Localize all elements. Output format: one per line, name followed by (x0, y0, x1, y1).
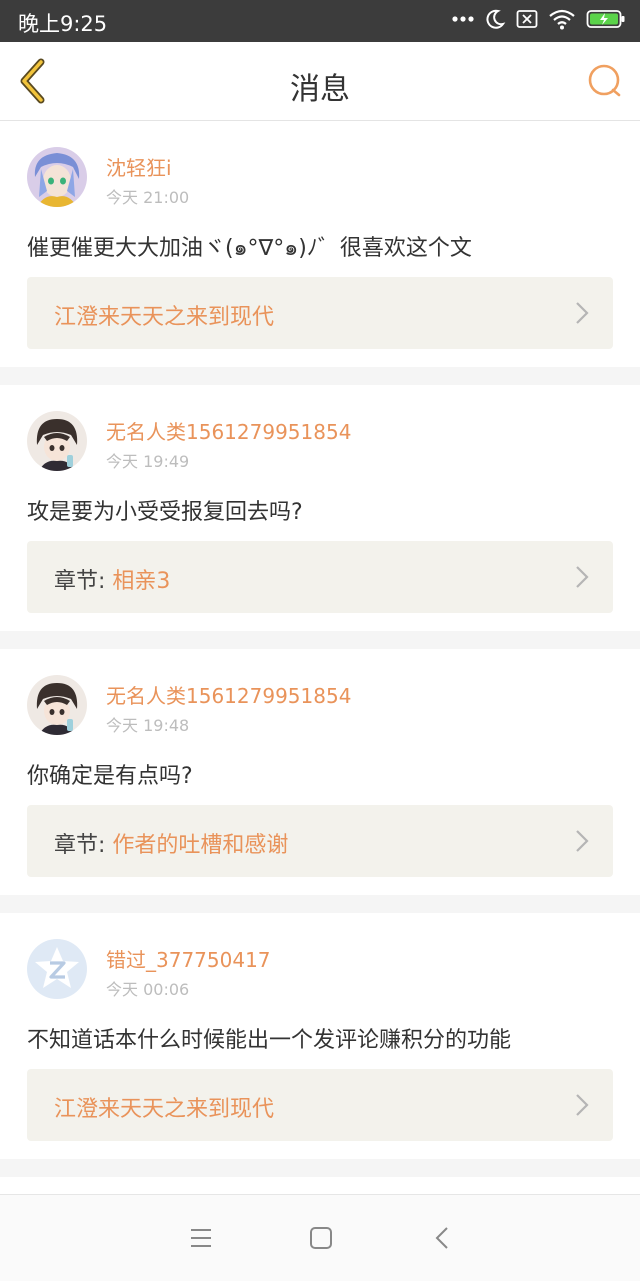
more-dots-icon (452, 15, 474, 23)
battery-charging-icon (586, 8, 626, 30)
source-name: 江澄来天天之来到现代 (54, 305, 275, 330)
anime-avatar-icon (27, 147, 87, 207)
moon-icon (484, 8, 506, 30)
source-link-label: 章节: 作者的吐槽和感谢 (54, 827, 288, 859)
message-card: 无名人类1561279951854 今天 19:48 你确定是有点吗? 章节: … (0, 649, 640, 895)
username[interactable]: 错过_377750417 (106, 944, 271, 973)
boy-avatar-icon (27, 675, 87, 735)
source-prefix: 章节: (54, 569, 113, 594)
avatar[interactable] (27, 675, 87, 735)
chevron-right-icon (576, 566, 589, 588)
status-time: 晚上9:25 (18, 12, 108, 36)
username[interactable]: 沈轻狂i (106, 152, 172, 181)
menu-icon (191, 1229, 211, 1247)
chevron-right-icon (576, 1094, 589, 1116)
source-link[interactable]: 江澄来天天之来到现代 (27, 1069, 613, 1141)
source-link-label: 章节: 相亲3 (54, 563, 170, 595)
message-card: 无名人类1561279951854 今天 19:49 攻是要为小受受报复回去吗?… (0, 385, 640, 631)
default-z-avatar-icon (27, 939, 87, 999)
source-link-label: 江澄来天天之来到现代 (54, 299, 274, 331)
status-icons (452, 8, 626, 30)
wifi-icon (548, 8, 576, 30)
source-link[interactable]: 江澄来天天之来到现代 (27, 277, 613, 349)
avatar[interactable] (27, 939, 87, 999)
username[interactable]: 无名人类1561279951854 (106, 416, 351, 445)
message-card: 错过_377750417 今天 00:06 不知道话本什么时候能出一个发评论赚积… (0, 913, 640, 1159)
header-bar: 消息 (0, 42, 640, 121)
home-button[interactable] (306, 1223, 336, 1253)
source-link-label: 江澄来天天之来到现代 (54, 1091, 274, 1123)
home-square-icon (310, 1227, 332, 1249)
message-card: 沈轻狂i 今天 21:00 催更催更大大加油ヾ(๑°∇°๑)ﾉ゛很喜欢这个文 江… (0, 121, 640, 367)
source-name: 江澄来天天之来到现代 (54, 1097, 275, 1122)
message-content: 攻是要为小受受报复回去吗? (27, 500, 303, 525)
chevron-right-icon (576, 302, 589, 324)
boy-avatar-icon (27, 411, 87, 471)
back-nav-button[interactable] (428, 1223, 458, 1253)
timestamp: 今天 19:48 (106, 716, 190, 735)
message-content: 不知道话本什么时候能出一个发评论赚积分的功能 (27, 1028, 512, 1053)
search-icon (588, 64, 621, 97)
source-link[interactable]: 章节: 作者的吐槽和感谢 (27, 805, 613, 877)
message-content: 催更催更大大加油ヾ(๑°∇°๑)ﾉ゛很喜欢这个文 (27, 236, 472, 261)
timestamp: 今天 19:49 (106, 452, 190, 471)
page-title: 消息 (290, 72, 350, 107)
source-name: 相亲3 (112, 569, 171, 594)
search-button[interactable] (586, 62, 624, 100)
avatar[interactable] (27, 411, 87, 471)
menu-button[interactable] (186, 1223, 216, 1253)
message-content: 你确定是有点吗? (27, 764, 193, 789)
username[interactable]: 无名人类1561279951854 (106, 680, 351, 709)
avatar[interactable] (27, 147, 87, 207)
source-prefix: 章节: (54, 833, 113, 858)
timestamp: 今天 21:00 (106, 188, 190, 207)
back-arrow-icon (435, 1227, 448, 1249)
source-name: 作者的吐槽和感谢 (112, 833, 289, 858)
timestamp: 今天 00:06 (106, 980, 190, 999)
system-nav-bar (0, 1194, 640, 1281)
status-bar: 晚上9:25 (0, 0, 640, 42)
source-link[interactable]: 章节: 相亲3 (27, 541, 613, 613)
sim-x-icon (516, 9, 538, 29)
chevron-right-icon (576, 830, 589, 852)
